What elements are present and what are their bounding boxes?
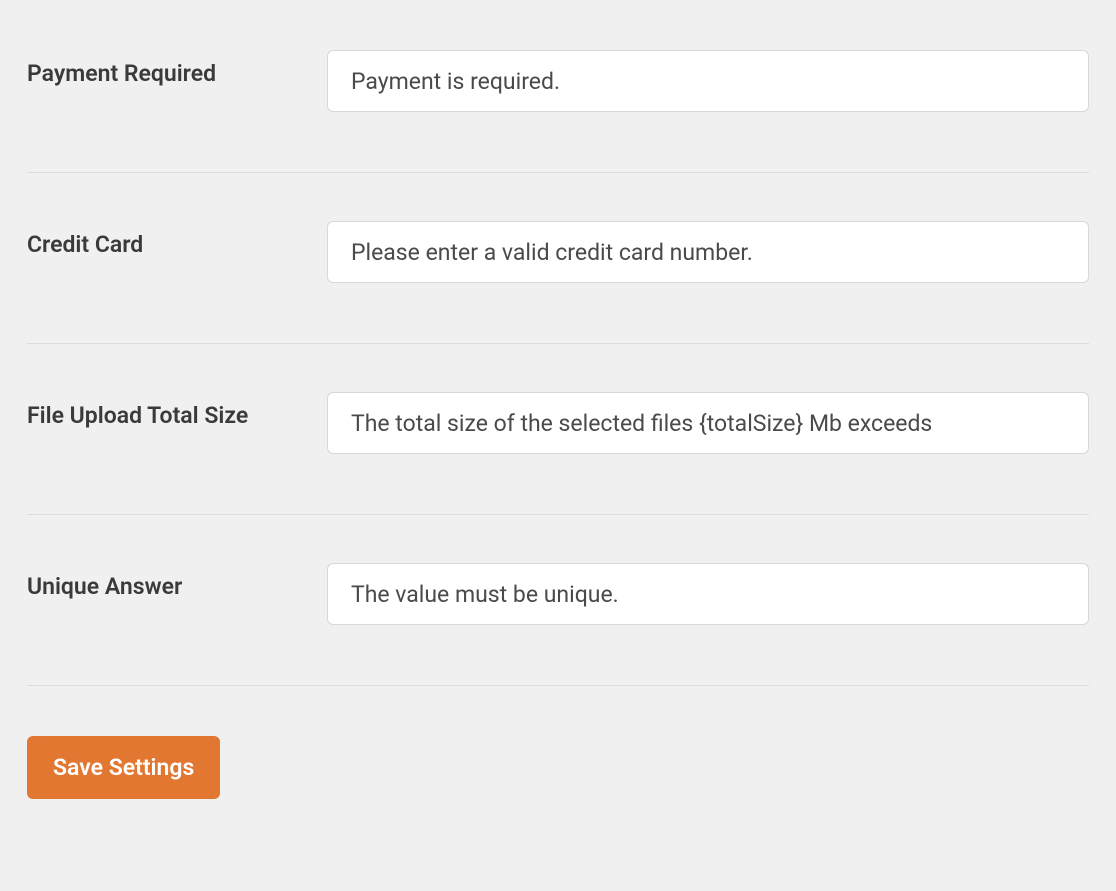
unique-answer-input[interactable]: [327, 563, 1089, 625]
field-input-wrap: [327, 221, 1089, 283]
credit-card-label: Credit Card: [27, 221, 327, 261]
field-row-credit-card: Credit Card: [27, 173, 1089, 344]
field-row-payment-required: Payment Required: [27, 0, 1089, 173]
actions-row: Save Settings: [27, 686, 1089, 799]
payment-required-input[interactable]: [327, 50, 1089, 112]
field-input-wrap: [327, 563, 1089, 625]
unique-answer-label: Unique Answer: [27, 563, 327, 603]
payment-required-label: Payment Required: [27, 50, 327, 90]
credit-card-input[interactable]: [327, 221, 1089, 283]
save-settings-button[interactable]: Save Settings: [27, 736, 220, 799]
settings-form: Payment Required Credit Card File Upload…: [27, 0, 1089, 799]
file-upload-total-size-input[interactable]: [327, 392, 1089, 454]
field-input-wrap: [327, 392, 1089, 454]
file-upload-total-size-label: File Upload Total Size: [27, 392, 327, 432]
field-input-wrap: [327, 50, 1089, 112]
field-row-unique-answer: Unique Answer: [27, 515, 1089, 686]
field-row-file-upload-total-size: File Upload Total Size: [27, 344, 1089, 515]
